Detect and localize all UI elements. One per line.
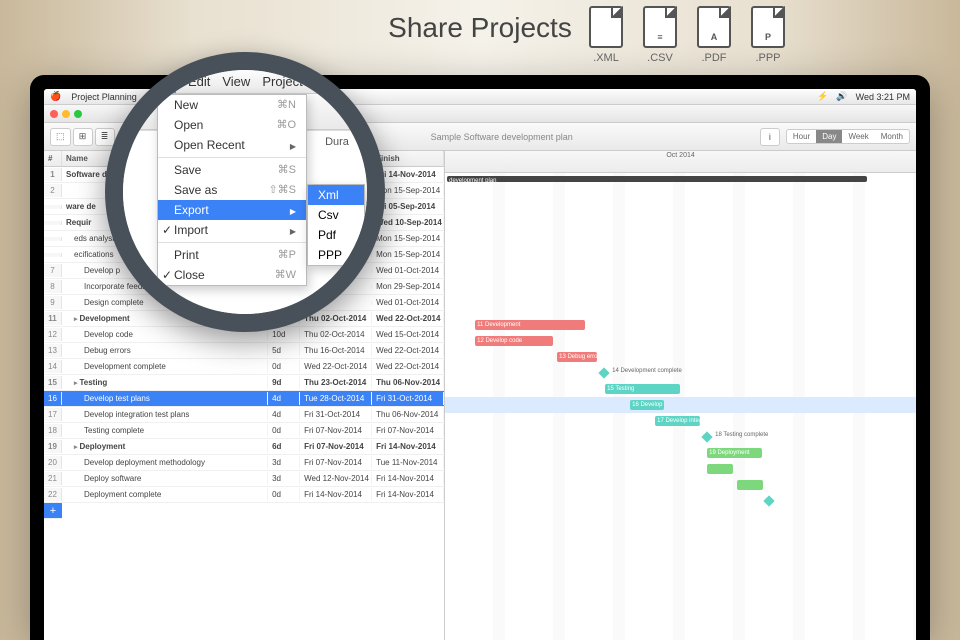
menu-item-import[interactable]: Import	[158, 220, 306, 240]
gantt-bar[interactable]: 11 Development	[475, 320, 585, 330]
col-finish[interactable]: Finish	[372, 151, 444, 166]
gantt-bar[interactable]: 15 Testing	[605, 384, 680, 394]
menu-file[interactable]: File	[143, 70, 176, 93]
file-menu: New⌘NOpen⌘OOpen Recent Save⌘SSave as⇧⌘SEx…	[157, 94, 307, 286]
format-pdf: A.PDF	[697, 6, 731, 64]
table-row[interactable]: 14Development complete0dWed 22-Oct-2014W…	[44, 359, 444, 375]
toolbar-button[interactable]: ≣	[95, 128, 115, 146]
menu-item-export[interactable]: Export	[158, 200, 306, 220]
gantt-bar[interactable]: development plan	[447, 176, 867, 182]
menu-item-new[interactable]: New⌘N	[158, 95, 306, 115]
view-mode-month[interactable]: Month	[875, 130, 909, 143]
format-icons-row: .XML ≡.CSV A.PDF P.PPP	[589, 6, 785, 64]
mag-column-header: Dura	[307, 130, 367, 148]
timeline-header: Oct 2014	[445, 151, 916, 173]
apple-icon[interactable]: 🍎	[50, 91, 61, 102]
format-ppp: P.PPP	[751, 6, 785, 64]
gantt-bar[interactable]: 12 Develop code	[475, 336, 553, 346]
menu-item-save-as[interactable]: Save as⇧⌘S	[158, 180, 306, 200]
submenu-item-ppp[interactable]: PPP	[308, 245, 364, 265]
submenu-item-xml[interactable]: Xml	[308, 185, 364, 205]
gantt-bar[interactable]	[737, 480, 763, 490]
magnifier-lens: FileEditViewProjectLangua Dura New⌘NOpen…	[105, 52, 385, 332]
gantt-bar[interactable]: 17 Develop integration test plan	[655, 416, 700, 426]
view-mode-toggle[interactable]: HourDayWeekMonth	[786, 129, 910, 144]
format-csv: ≡.CSV	[643, 6, 677, 64]
menu-edit[interactable]: Edit	[188, 74, 210, 89]
submenu-item-pdf[interactable]: Pdf	[308, 225, 364, 245]
table-row[interactable]: 20Develop deployment methodology3dFri 07…	[44, 455, 444, 471]
info-button[interactable]: i	[760, 128, 780, 146]
format-xml: .XML	[589, 6, 623, 64]
table-row[interactable]: 19Deployment6dFri 07-Nov-2014Fri 14-Nov-…	[44, 439, 444, 455]
col-number[interactable]: #	[44, 151, 62, 166]
gantt-area[interactable]: development plan 11 Development 12 Develop…	[445, 173, 916, 640]
menu-item-close[interactable]: Close⌘W	[158, 265, 306, 285]
menu-langua[interactable]: Langua	[315, 74, 358, 89]
mag-menubar: File Edit View Project Langua	[123, 70, 367, 94]
menu-item-print[interactable]: Print⌘P	[158, 245, 306, 265]
wifi-icon[interactable]: ⚡	[817, 91, 828, 102]
gantt-chart: Oct 2014 development plan 11 Development 1…	[445, 151, 916, 640]
table-row[interactable]: 21Deploy software3dWed 12-Nov-2014Fri 14…	[44, 471, 444, 487]
page-title: Share Projects	[0, 0, 960, 44]
menu-item-save[interactable]: Save⌘S	[158, 160, 306, 180]
menu-item-open-recent[interactable]: Open Recent	[158, 135, 306, 155]
close-icon[interactable]	[50, 110, 58, 118]
view-mode-hour[interactable]: Hour	[787, 130, 816, 143]
table-row[interactable]: 17Develop integration test plans4dFri 31…	[44, 407, 444, 423]
volume-icon[interactable]: 🔊	[836, 91, 847, 102]
table-row[interactable]: 15Testing9dThu 23-Oct-2014Thu 06-Nov-201…	[44, 375, 444, 391]
export-submenu: XmlCsvPdfPPP	[307, 184, 365, 266]
zoom-icon[interactable]	[74, 110, 82, 118]
toolbar-button[interactable]: ⬚	[50, 128, 71, 146]
table-row[interactable]: 22Deployment complete0dFri 14-Nov-2014Fr…	[44, 487, 444, 503]
gantt-bar[interactable]: 16 Develop test plans	[630, 400, 664, 410]
add-row-button[interactable]: +	[44, 503, 62, 519]
view-mode-week[interactable]: Week	[842, 130, 874, 143]
gantt-bar[interactable]: 19 Deployment	[707, 448, 762, 458]
gantt-bar[interactable]	[707, 464, 733, 474]
clock: Wed 3:21 PM	[856, 92, 910, 102]
table-row[interactable]: 18Testing complete0dFri 07-Nov-2014Fri 0…	[44, 423, 444, 439]
timeline-month: Oct 2014	[666, 152, 694, 159]
menu-project[interactable]: Project	[262, 74, 302, 89]
toolbar-button[interactable]: ⊞	[73, 128, 93, 146]
minimize-icon[interactable]	[62, 110, 70, 118]
menu-item-open[interactable]: Open⌘O	[158, 115, 306, 135]
table-row[interactable]: 16Develop test plans4dTue 28-Oct-2014Fri…	[44, 391, 444, 407]
gantt-bar[interactable]: 13 Debug errors	[557, 352, 597, 362]
table-row[interactable]: 13Debug errors5dThu 16-Oct-2014Wed 22-Oc…	[44, 343, 444, 359]
submenu-item-csv[interactable]: Csv	[308, 205, 364, 225]
menu-view[interactable]: View	[222, 74, 250, 89]
view-mode-day[interactable]: Day	[816, 130, 842, 143]
